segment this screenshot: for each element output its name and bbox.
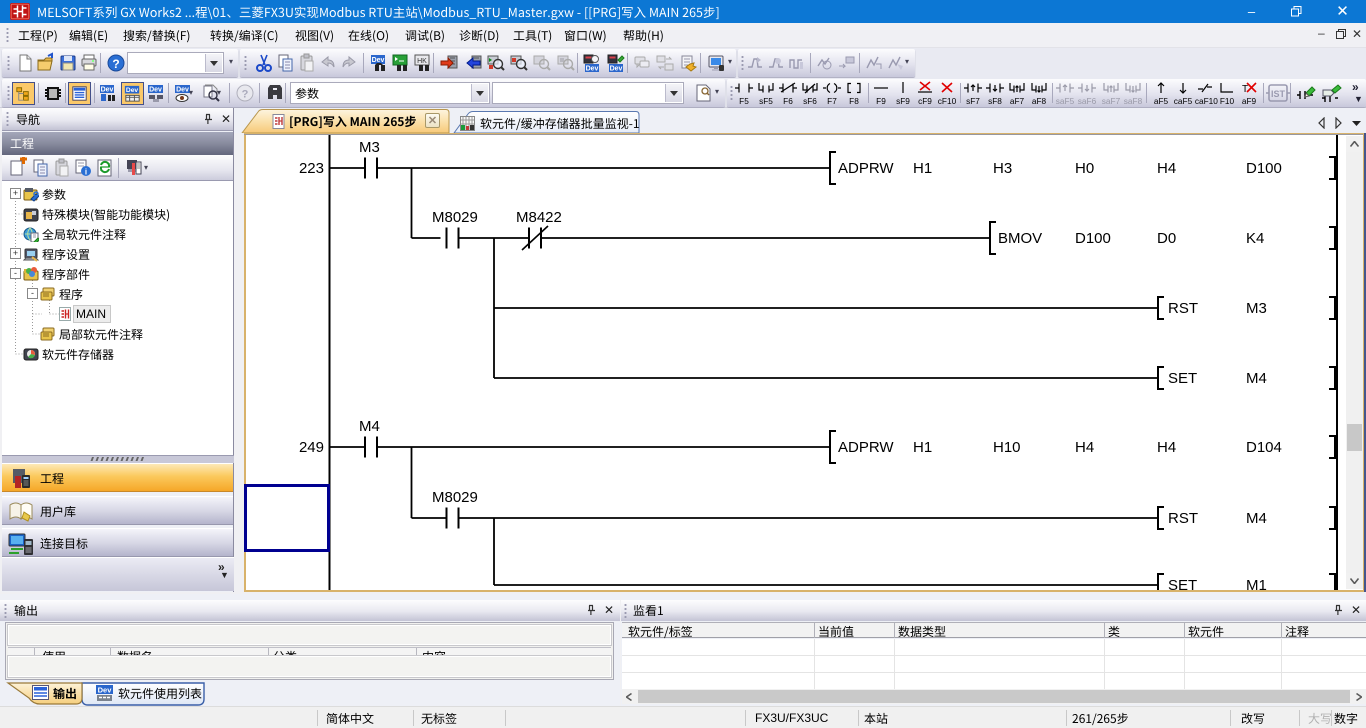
svg-text:BMOV: BMOV	[998, 230, 1042, 247]
svg-text:SET: SET	[1168, 370, 1197, 387]
svg-text:ADPRW: ADPRW	[838, 439, 894, 456]
svg-text:M8029: M8029	[432, 209, 478, 226]
svg-text:SET: SET	[1168, 577, 1197, 590]
svg-text:249: 249	[299, 439, 324, 456]
svg-text:M4: M4	[359, 418, 380, 435]
svg-text:D104: D104	[1246, 439, 1282, 456]
svg-text:Dev: Dev	[149, 87, 162, 94]
svg-text:Dev: Dev	[176, 87, 189, 94]
svg-text:H1: H1	[913, 160, 932, 177]
svg-text:H10: H10	[993, 439, 1021, 456]
svg-text:M3: M3	[1246, 300, 1267, 317]
svg-text:D100: D100	[1246, 160, 1282, 177]
svg-text:D100: D100	[1075, 230, 1111, 247]
svg-text:M4: M4	[1246, 370, 1267, 387]
svg-text:ADPRW: ADPRW	[838, 160, 894, 177]
svg-text:H4: H4	[1157, 439, 1176, 456]
svg-text:M8029: M8029	[432, 489, 478, 506]
svg-text:H1: H1	[913, 439, 932, 456]
svg-text:RST: RST	[1168, 510, 1198, 527]
svg-text:M8422: M8422	[516, 209, 562, 226]
svg-text:K4: K4	[1246, 230, 1264, 247]
svg-text:Dev: Dev	[126, 87, 139, 94]
svg-text:Dev: Dev	[610, 66, 623, 73]
svg-text:IST: IST	[1271, 89, 1286, 99]
svg-text:Dev: Dev	[98, 686, 113, 695]
svg-text:T: T	[1242, 84, 1248, 94]
svg-text:i: i	[85, 168, 87, 177]
svg-text:Dev: Dev	[372, 57, 385, 64]
svg-text:M4: M4	[1246, 510, 1267, 527]
svg-text:H0: H0	[1075, 160, 1094, 177]
svg-text:223: 223	[299, 160, 324, 177]
svg-text:?: ?	[242, 89, 249, 101]
svg-text:Dev: Dev	[101, 87, 114, 94]
svg-text:Dev: Dev	[586, 66, 599, 73]
svg-text:H4: H4	[1157, 160, 1176, 177]
svg-text:H4: H4	[1075, 439, 1094, 456]
svg-text:RST: RST	[1168, 300, 1198, 317]
svg-text:D0: D0	[1157, 230, 1176, 247]
svg-text:M3: M3	[359, 139, 380, 156]
svg-text:HK: HK	[417, 58, 427, 65]
svg-text:M1: M1	[1246, 577, 1267, 590]
svg-text:?: ?	[112, 57, 119, 71]
svg-text:H3: H3	[993, 160, 1012, 177]
